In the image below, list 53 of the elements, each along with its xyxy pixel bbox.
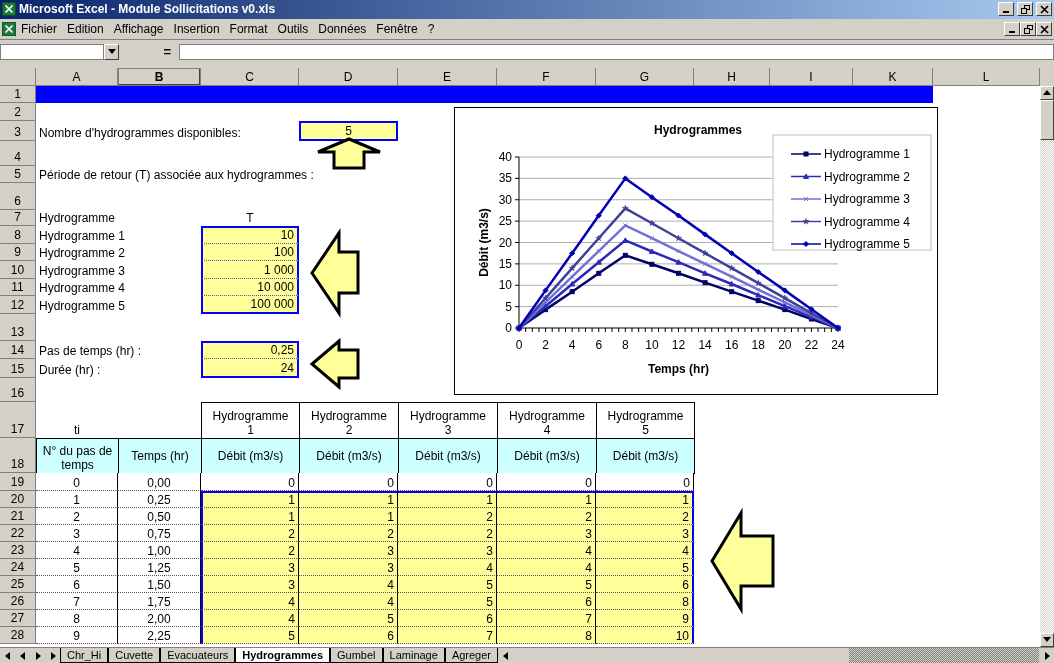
input-label: Pas de temps (hr) : — [38, 342, 143, 359]
x-axis-title: Temps (hr) — [647, 362, 710, 377]
y-tick-label: 35 — [498, 171, 512, 186]
x-tick-label: 2 — [542, 338, 549, 353]
x-tick-label: 0 — [515, 338, 523, 353]
y-tick-label: 5 — [505, 299, 512, 314]
y-tick-label: 20 — [498, 235, 512, 250]
row-label: Hydrogramme 2 — [38, 245, 127, 262]
legend-label: Hydrogramme 5 — [824, 237, 911, 252]
table-header: Débit (m3/s) — [596, 437, 695, 474]
window-title: Microsoft Excel - Module Sollicitations v0.xls — [19, 2, 276, 17]
y-tick-label: 0 — [505, 321, 512, 336]
legend-label: Hydrogramme 1 — [824, 147, 911, 162]
column-label: ti — [73, 421, 81, 438]
table-header: Débit (m3/s) — [497, 437, 597, 474]
section-title: Période de retour (T) associée aux hydrogrammes : — [38, 167, 315, 184]
formula-symbol: = — [163, 44, 171, 60]
input-label: Nombre d'hydrogrammes disponibles: — [38, 125, 242, 142]
x-tick-label: 4 — [568, 338, 576, 353]
legend-label: Hydrogramme 2 — [824, 169, 911, 184]
x-tick-label: 20 — [778, 338, 792, 353]
x-tick-label: 16 — [725, 338, 739, 353]
row-label: Hydrogramme 5 — [38, 297, 127, 314]
table-header: Débit (m3/s) — [398, 437, 498, 474]
x-tick-label: 18 — [751, 338, 765, 353]
y-tick-label: 15 — [498, 257, 512, 272]
table-header: Débit (m3/s) — [299, 437, 399, 474]
table-header: Temps (hr) — [118, 437, 202, 474]
table-header: Hydrogramme 1 — [201, 401, 300, 439]
legend-label: Hydrogramme 4 — [824, 214, 911, 229]
legend-label: Hydrogramme 3 — [824, 192, 911, 207]
row-label: Hydrogramme 4 — [38, 280, 127, 297]
y-axis-title: Débit (m3/s) — [477, 208, 491, 278]
chart-title: Hydrogrammes — [654, 123, 742, 138]
table-header: N° du pas de temps — [36, 437, 119, 474]
row-label: Hydrogramme 3 — [38, 262, 127, 279]
table-header: Hydrogramme 5 — [596, 401, 695, 439]
x-tick-label: 14 — [698, 338, 712, 353]
input-label: Durée (hr) : — [38, 361, 102, 378]
x-tick-label: 8 — [622, 338, 629, 353]
y-tick-label: 40 — [498, 150, 512, 165]
y-tick-label: 10 — [498, 278, 512, 293]
y-tick-label: 25 — [498, 214, 512, 229]
row-label: Hydrogramme 1 — [38, 227, 127, 244]
table-header: Débit (m3/s) — [201, 437, 300, 474]
column-label: Hydrogramme — [38, 210, 117, 227]
x-tick-label: 22 — [804, 338, 819, 353]
x-tick-label: 10 — [645, 338, 659, 353]
x-tick-label: 24 — [831, 338, 845, 353]
y-tick-label: 30 — [498, 192, 512, 207]
x-tick-label: 6 — [595, 338, 603, 353]
x-tick-label: 12 — [671, 338, 686, 353]
column-label: T — [245, 210, 255, 227]
